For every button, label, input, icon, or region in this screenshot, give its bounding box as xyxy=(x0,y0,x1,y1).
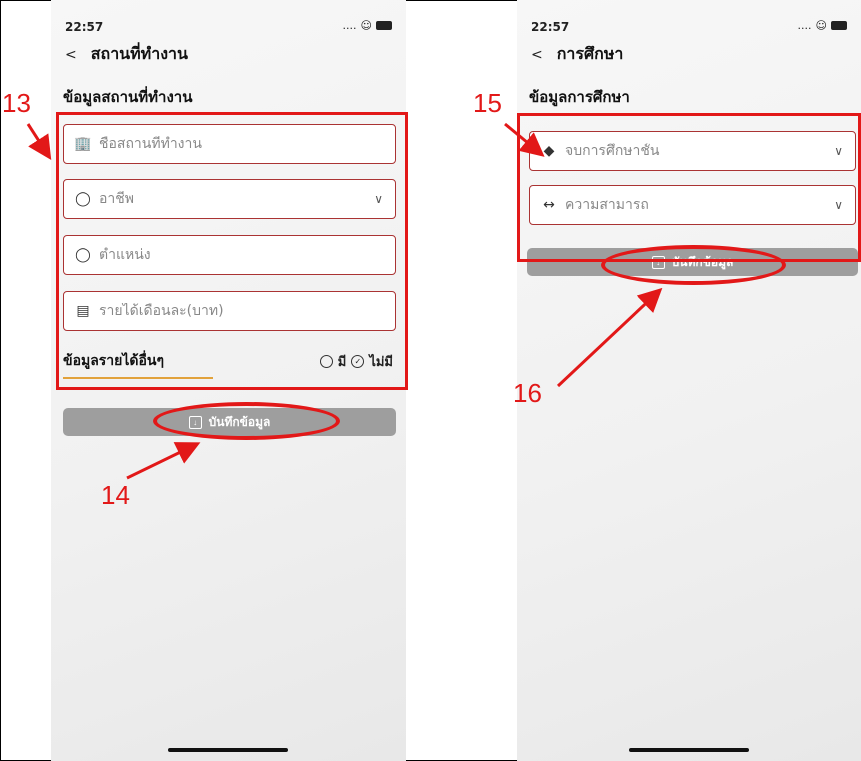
arrow-13 xyxy=(26,123,52,161)
arrow-16 xyxy=(556,287,663,388)
annotation-arrows xyxy=(26,122,663,480)
arrow-14 xyxy=(126,442,201,480)
arrow-15 xyxy=(504,122,545,157)
